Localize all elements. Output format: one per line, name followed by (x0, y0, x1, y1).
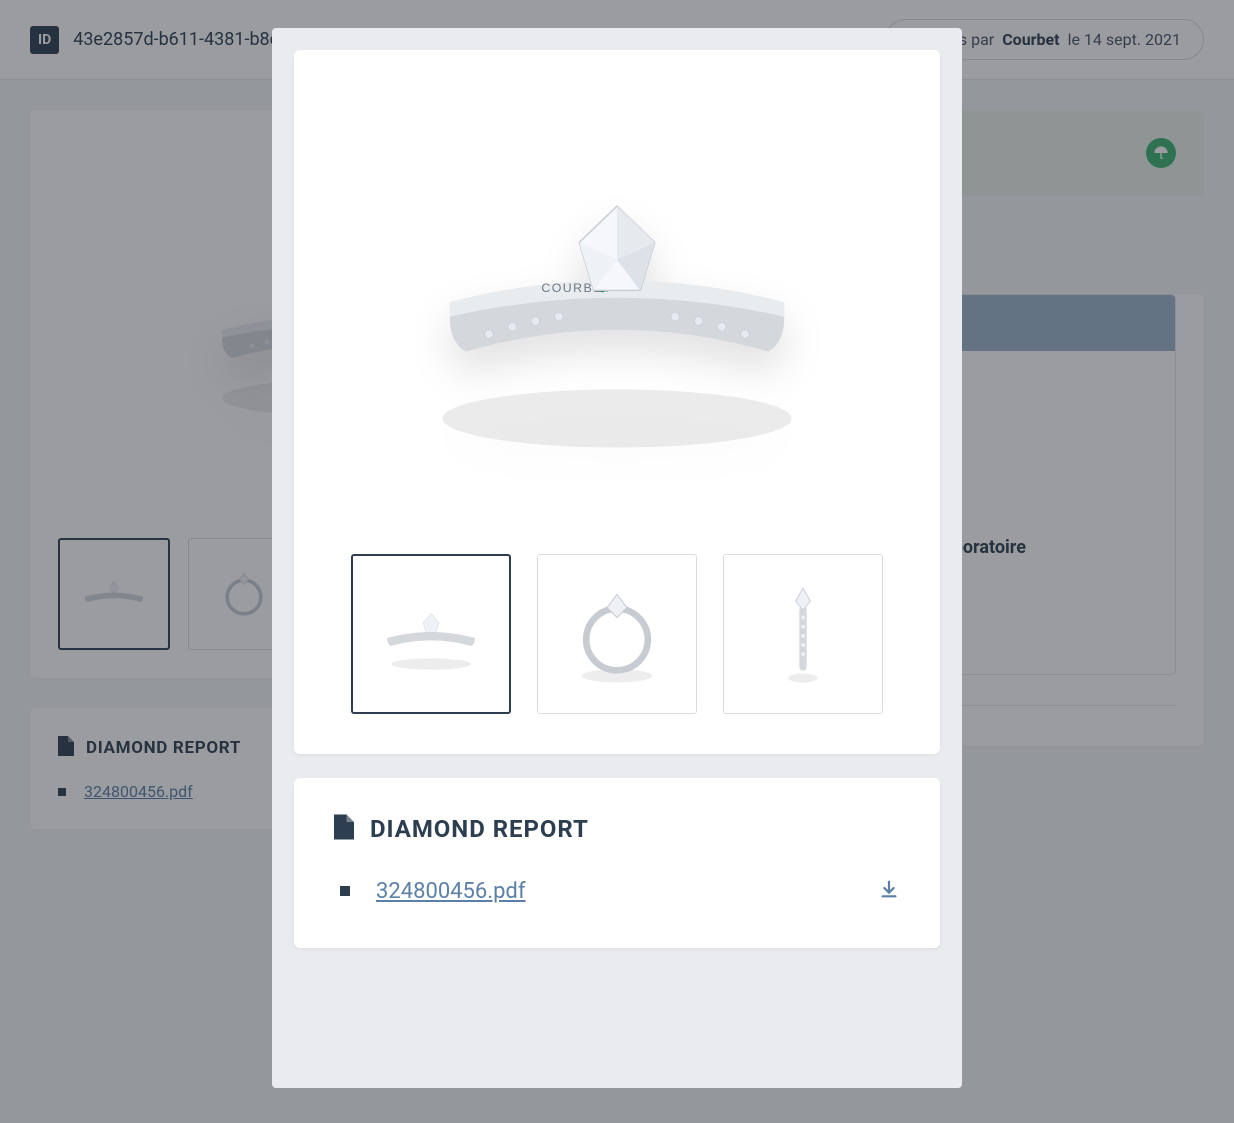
ring-image-icon: COURBET (397, 145, 837, 465)
file-icon (334, 814, 354, 844)
modal-overlay[interactable]: COURBET (0, 0, 1234, 1123)
modal-report-panel: DIAMOND REPORT 324800456.pdf (294, 778, 940, 948)
modal-thumbnail-1[interactable] (351, 554, 511, 714)
modal-thumbnail-row (330, 554, 904, 714)
modal-report-line: 324800456.pdf (334, 878, 900, 904)
modal-report-header: DIAMOND REPORT (334, 814, 900, 844)
modal-thumbnail-3[interactable] (723, 554, 883, 714)
modal: COURBET (272, 28, 962, 1088)
modal-report-title: DIAMOND REPORT (370, 815, 589, 843)
modal-thumbnail-2[interactable] (537, 554, 697, 714)
download-icon[interactable] (878, 878, 900, 904)
modal-report-link[interactable]: 324800456.pdf (376, 879, 526, 904)
bullet-icon (340, 886, 350, 896)
modal-main-image[interactable]: COURBET (330, 90, 904, 520)
modal-gallery: COURBET (294, 50, 940, 754)
